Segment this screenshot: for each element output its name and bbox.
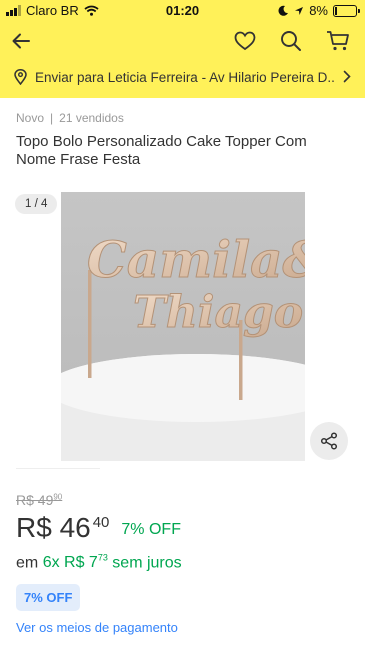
- meta-separator: |: [50, 111, 54, 125]
- moon-icon: [278, 5, 289, 16]
- current-price-value: R$ 46: [16, 512, 91, 543]
- share-icon: [320, 432, 338, 450]
- condition-label: Novo: [16, 111, 45, 125]
- chevron-right-icon: [343, 70, 351, 83]
- topper-line-1: Camila&: [87, 230, 305, 289]
- location-pin-icon: [14, 69, 27, 85]
- product-title: Topo Bolo Personalizado Cake Topper Com …: [16, 133, 307, 168]
- header: Claro BR 01:20 8% Enviar para Leticia Fe…: [0, 0, 365, 98]
- installment-prefix: em: [16, 554, 39, 572]
- installments: em 6x R$ 773 sem juros: [16, 553, 182, 572]
- original-price-value: R$ 49: [16, 492, 54, 508]
- cake-topper-photo: Camila& Thiago: [61, 192, 305, 461]
- cart-icon[interactable]: [325, 28, 351, 54]
- nav-bar: [0, 22, 365, 60]
- installment-suffix: sem juros: [112, 554, 182, 572]
- location-arrow-icon: [295, 6, 304, 15]
- discount-badge: 7% OFF: [16, 584, 81, 611]
- search-icon[interactable]: [278, 28, 304, 54]
- original-price-cents: 90: [53, 492, 63, 502]
- topper-line-2: Thiago: [133, 287, 303, 338]
- current-price: R$ 46 40: [16, 512, 109, 544]
- image-counter: 1 / 4: [15, 194, 58, 214]
- address-text: Enviar para Leticia Ferreira - Av Hilari…: [35, 69, 335, 85]
- back-arrow-icon[interactable]: [8, 28, 34, 54]
- heart-icon[interactable]: [232, 28, 258, 54]
- payment-methods-link[interactable]: Ver os meios de pagamento: [16, 620, 178, 635]
- product-image[interactable]: Camila& Thiago: [61, 192, 305, 461]
- battery-percent: 8%: [309, 3, 328, 18]
- product-meta: Novo | 21 vendidos: [16, 111, 124, 125]
- installment-amount: 6x R$ 773: [42, 553, 108, 572]
- sold-count: 21 vendidos: [59, 111, 124, 125]
- shipping-address-bar[interactable]: Enviar para Leticia Ferreira - Av Hilari…: [0, 62, 365, 92]
- price-row: R$ 46 40 7% OFF: [16, 512, 181, 544]
- original-price: R$ 4990: [16, 492, 62, 508]
- status-bar: Claro BR 01:20 8%: [0, 0, 365, 22]
- current-price-cents: 40: [92, 514, 110, 531]
- discount-label: 7% OFF: [121, 521, 181, 538]
- battery-icon: [333, 4, 360, 17]
- share-button[interactable]: [310, 422, 348, 460]
- divider: [16, 468, 100, 469]
